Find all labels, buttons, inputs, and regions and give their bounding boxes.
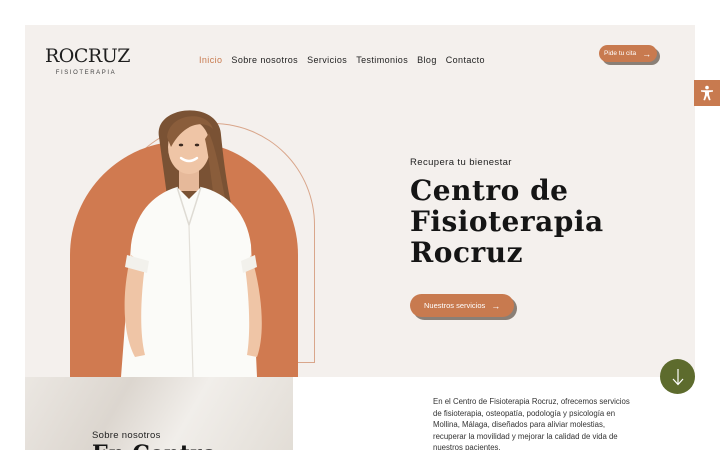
site-logo[interactable]: ROCRUZ FISIOTERAPIA: [45, 45, 130, 76]
logo-wordmark: ROCRUZ: [45, 45, 130, 67]
arrow-right-icon: →: [491, 300, 501, 311]
nuestros-servicios-button[interactable]: Nuestros servicios →: [410, 294, 515, 317]
nav-item-contacto[interactable]: Contacto: [446, 55, 485, 65]
scroll-down-button[interactable]: [660, 359, 695, 394]
arrow-down-icon: [672, 368, 683, 385]
therapist-photo: [121, 110, 262, 377]
nav-item-servicios[interactable]: Servicios: [307, 55, 347, 65]
pide-tu-cita-label: Pide tu cita: [604, 50, 637, 57]
pide-tu-cita-button[interactable]: Pide tu cita →: [599, 45, 658, 62]
nuestros-servicios-label: Nuestros servicios: [424, 301, 486, 310]
nav-item-testimonios[interactable]: Testimonios: [356, 55, 408, 65]
accessibility-icon: [701, 85, 713, 101]
hero-title-line: Rocruz: [410, 236, 524, 269]
nav-item-sobre-nosotros[interactable]: Sobre nosotros: [231, 55, 298, 65]
page: ROCRUZ FISIOTERAPIA Inicio Sobre nosotro…: [0, 0, 720, 450]
nav-item-blog[interactable]: Blog: [417, 55, 437, 65]
hero-title: Centro de Fisioterapia Rocruz: [410, 175, 604, 268]
about-heading: En Centro: [92, 441, 216, 450]
logo-subtitle: FISIOTERAPIA: [55, 70, 117, 76]
accessibility-button[interactable]: [694, 80, 720, 106]
hero-tagline: Recupera tu bienestar: [410, 157, 512, 168]
arrow-right-icon: →: [642, 48, 652, 59]
hero-title-line: Fisioterapia: [410, 205, 604, 238]
hero-title-line: Centro de: [410, 174, 569, 207]
nav-item-inicio[interactable]: Inicio: [199, 55, 222, 65]
about-intro-text: En el Centro de Fisioterapia Rocruz, ofr…: [433, 397, 630, 450]
main-nav: Inicio Sobre nosotros Servicios Testimon…: [199, 55, 485, 65]
hero-section: ROCRUZ FISIOTERAPIA Inicio Sobre nosotro…: [25, 25, 695, 377]
about-kicker: Sobre nosotros: [92, 430, 161, 441]
